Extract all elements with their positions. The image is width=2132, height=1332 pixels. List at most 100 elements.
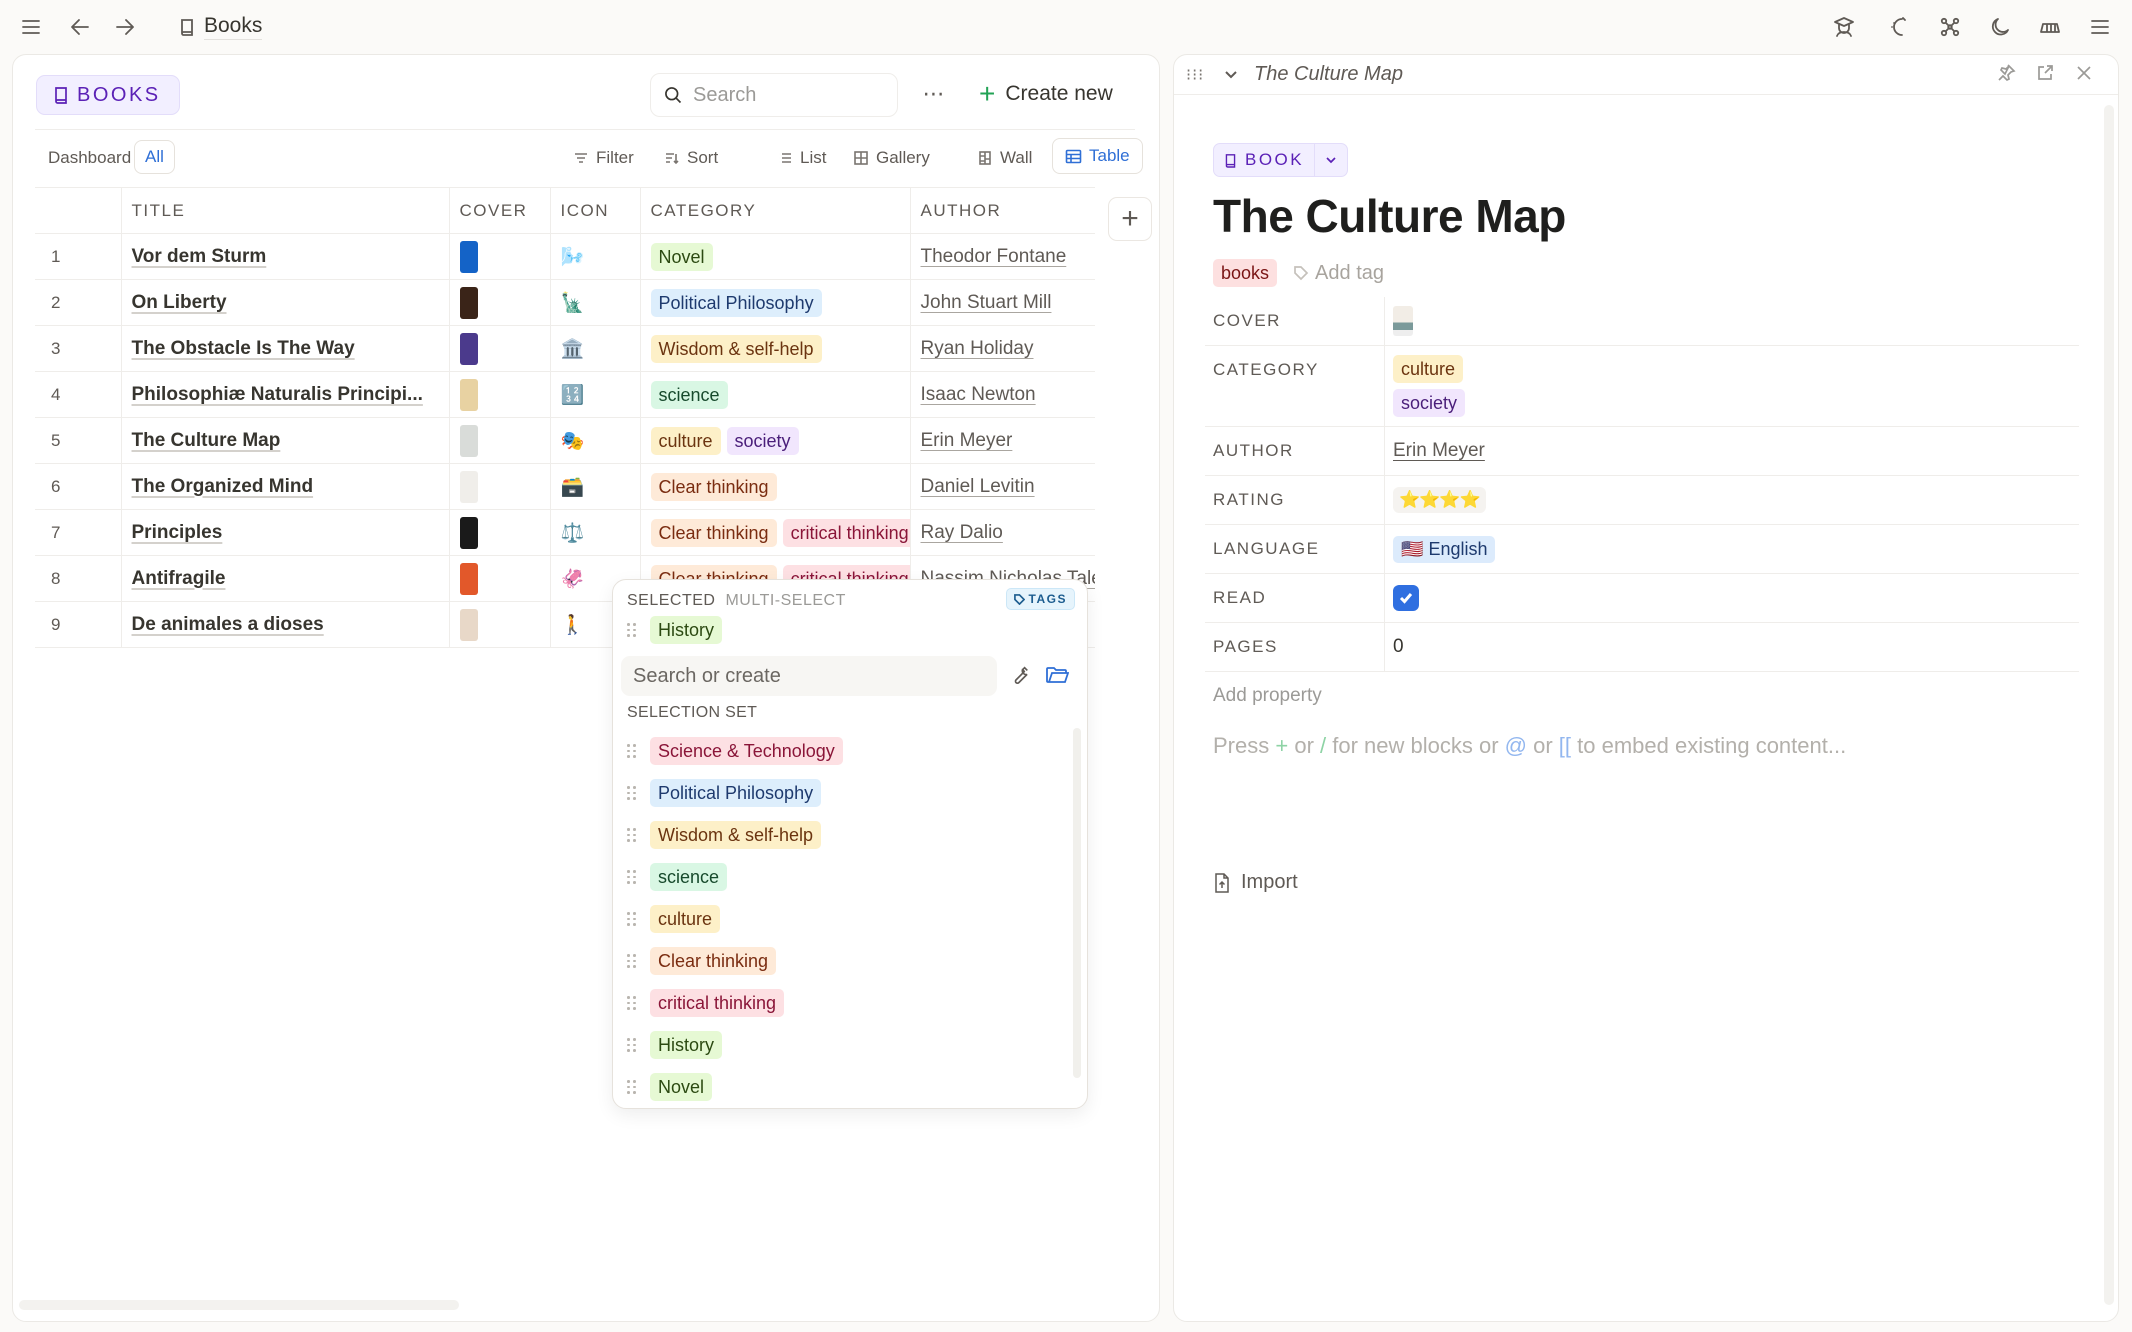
- option-tag[interactable]: science: [650, 863, 728, 891]
- author-link[interactable]: Daniel Levitin: [921, 476, 1035, 497]
- read-checkbox[interactable]: [1393, 585, 1419, 611]
- author-link[interactable]: Erin Meyer: [1393, 440, 1485, 462]
- cover-image[interactable]: [459, 608, 478, 641]
- category-tag[interactable]: science: [650, 380, 728, 409]
- type-chip[interactable]: BOOK: [1213, 143, 1349, 177]
- title-link[interactable]: The Culture Map: [132, 430, 281, 451]
- selected-tag[interactable]: History: [650, 616, 723, 644]
- popover-scrollbar[interactable]: [1073, 728, 1081, 1078]
- table-row[interactable]: 2 On Liberty 🗽 Political Philosophy John Stu…: [35, 279, 1095, 326]
- option-tag[interactable]: critical thinking: [650, 989, 785, 1017]
- open-external-icon[interactable]: [2035, 63, 2059, 87]
- emoji-icon[interactable]: 🌬️: [550, 233, 641, 280]
- category-tag[interactable]: Novel: [650, 242, 713, 271]
- drag-handle-icon[interactable]: ⁝⁝⁝: [1186, 65, 1204, 85]
- drag-handle-icon[interactable]: [627, 1080, 636, 1094]
- author-link[interactable]: Ray Dalio: [921, 522, 1003, 543]
- emoji-icon[interactable]: 🎭: [550, 417, 641, 464]
- category-cell[interactable]: Political Philosophy: [640, 279, 911, 326]
- search-or-create-input[interactable]: [633, 664, 983, 688]
- table-row[interactable]: 1 Vor dem Sturm 🌬️ Novel Theodor Fontane: [35, 233, 1095, 280]
- drag-handle-icon[interactable]: [627, 912, 636, 926]
- search-or-create[interactable]: [621, 656, 997, 696]
- title-link[interactable]: Vor dem Sturm: [132, 246, 267, 267]
- cover-image[interactable]: [459, 332, 478, 365]
- tag-books[interactable]: books: [1213, 259, 1278, 287]
- graduation-cap-icon[interactable]: [1830, 13, 1858, 41]
- author-link[interactable]: Isaac Newton: [921, 384, 1036, 405]
- cover-image[interactable]: [1393, 306, 1413, 336]
- editor-placeholder[interactable]: Press + or / for new blocks or @ or [[ t…: [1213, 733, 1846, 759]
- title-link[interactable]: The Obstacle Is The Way: [132, 338, 355, 359]
- wrench-icon[interactable]: [1009, 664, 1035, 690]
- option-tag[interactable]: History: [650, 1031, 723, 1059]
- option-item[interactable]: Clear thinking: [627, 940, 1067, 982]
- sparkle-moon-icon[interactable]: [1884, 13, 1912, 41]
- filter-button[interactable]: Filter: [573, 145, 634, 171]
- title-link[interactable]: On Liberty: [132, 292, 227, 313]
- column-header-category[interactable]: CATEGORY: [640, 187, 911, 234]
- create-new-button[interactable]: + Create new: [979, 77, 1113, 111]
- drag-handle-icon[interactable]: [627, 954, 636, 968]
- breadcrumb[interactable]: Books: [178, 14, 263, 40]
- drag-handle-icon[interactable]: [627, 870, 636, 884]
- table-row[interactable]: 6 The Organized Mind 🗃️ Clear thinking Danie…: [35, 463, 1095, 510]
- option-item[interactable]: History: [627, 1024, 1067, 1066]
- author-link[interactable]: Ryan Holiday: [921, 338, 1034, 359]
- column-header-title[interactable]: TITLE: [121, 187, 450, 234]
- chevron-down-icon[interactable]: [1315, 153, 1347, 167]
- category-cell[interactable]: Novel: [640, 233, 911, 280]
- option-tag[interactable]: Science & Technology: [650, 737, 843, 765]
- emoji-icon[interactable]: 🗃️: [550, 463, 641, 510]
- option-item[interactable]: science: [627, 856, 1067, 898]
- horizontal-scrollbar[interactable]: [19, 1300, 459, 1310]
- title-link[interactable]: The Organized Mind: [132, 476, 314, 497]
- cover-image[interactable]: [459, 424, 478, 457]
- library-icon[interactable]: [2036, 13, 2064, 41]
- menu-icon[interactable]: [17, 13, 45, 41]
- drag-handle-icon[interactable]: [627, 1038, 636, 1052]
- category-cell[interactable]: culture society: [640, 417, 911, 464]
- category-tag[interactable]: critical thinking: [782, 518, 909, 547]
- more-options-button[interactable]: ⋯: [919, 79, 949, 109]
- cover-image[interactable]: [459, 240, 478, 273]
- cover-image[interactable]: [459, 378, 478, 411]
- tags-chip[interactable]: TAGS: [1005, 588, 1075, 610]
- option-tag[interactable]: Wisdom & self-help: [650, 821, 822, 849]
- add-tag-button[interactable]: Add tag: [1293, 262, 1384, 285]
- emoji-icon[interactable]: ⚖️: [550, 509, 641, 556]
- emoji-icon[interactable]: 🔢: [550, 371, 641, 418]
- hamburger-icon[interactable]: [2086, 13, 2114, 41]
- table-row[interactable]: 4 Philosophiæ Naturalis Principi... 🔢 scien…: [35, 371, 1095, 418]
- category-cell[interactable]: Clear thinking: [640, 463, 911, 510]
- drag-handle-icon[interactable]: [627, 828, 636, 842]
- wall-view-button[interactable]: Wall: [977, 145, 1032, 171]
- drag-handle-icon[interactable]: [627, 786, 636, 800]
- category-tag[interactable]: Clear thinking: [650, 472, 777, 501]
- author-link[interactable]: Theodor Fontane: [921, 246, 1067, 267]
- column-header-author[interactable]: AUTHOR: [910, 187, 1095, 234]
- add-column-button[interactable]: +: [1108, 197, 1152, 241]
- search-box[interactable]: [650, 73, 898, 117]
- category-tag[interactable]: culture: [650, 426, 721, 455]
- title-link[interactable]: Principles: [132, 522, 223, 543]
- search-input[interactable]: [693, 83, 883, 107]
- table-row[interactable]: 5 The Culture Map 🎭 culture society Erin Meye…: [35, 417, 1095, 464]
- cover-image[interactable]: [459, 286, 478, 319]
- category-tag[interactable]: Political Philosophy: [650, 288, 822, 317]
- table-view-button[interactable]: Table: [1052, 138, 1143, 174]
- category-tag[interactable]: society: [1393, 389, 1466, 417]
- drag-handle-icon[interactable]: [627, 996, 636, 1010]
- rating-stars[interactable]: ⭐⭐⭐⭐: [1393, 487, 1486, 513]
- category-cell[interactable]: science: [640, 371, 911, 418]
- option-tag[interactable]: Clear thinking: [650, 947, 777, 975]
- database-badge[interactable]: BOOKS: [36, 75, 180, 115]
- author-link[interactable]: Erin Meyer: [921, 430, 1013, 451]
- folder-open-icon[interactable]: [1045, 664, 1071, 690]
- category-tag[interactable]: Clear thinking: [650, 518, 777, 547]
- title-link[interactable]: Philosophiæ Naturalis Principi...: [132, 384, 423, 405]
- category-cell[interactable]: Wisdom & self-help: [640, 325, 911, 372]
- category-tag[interactable]: society: [726, 426, 799, 455]
- drag-handle-icon[interactable]: [627, 744, 636, 758]
- close-icon[interactable]: [2074, 63, 2098, 87]
